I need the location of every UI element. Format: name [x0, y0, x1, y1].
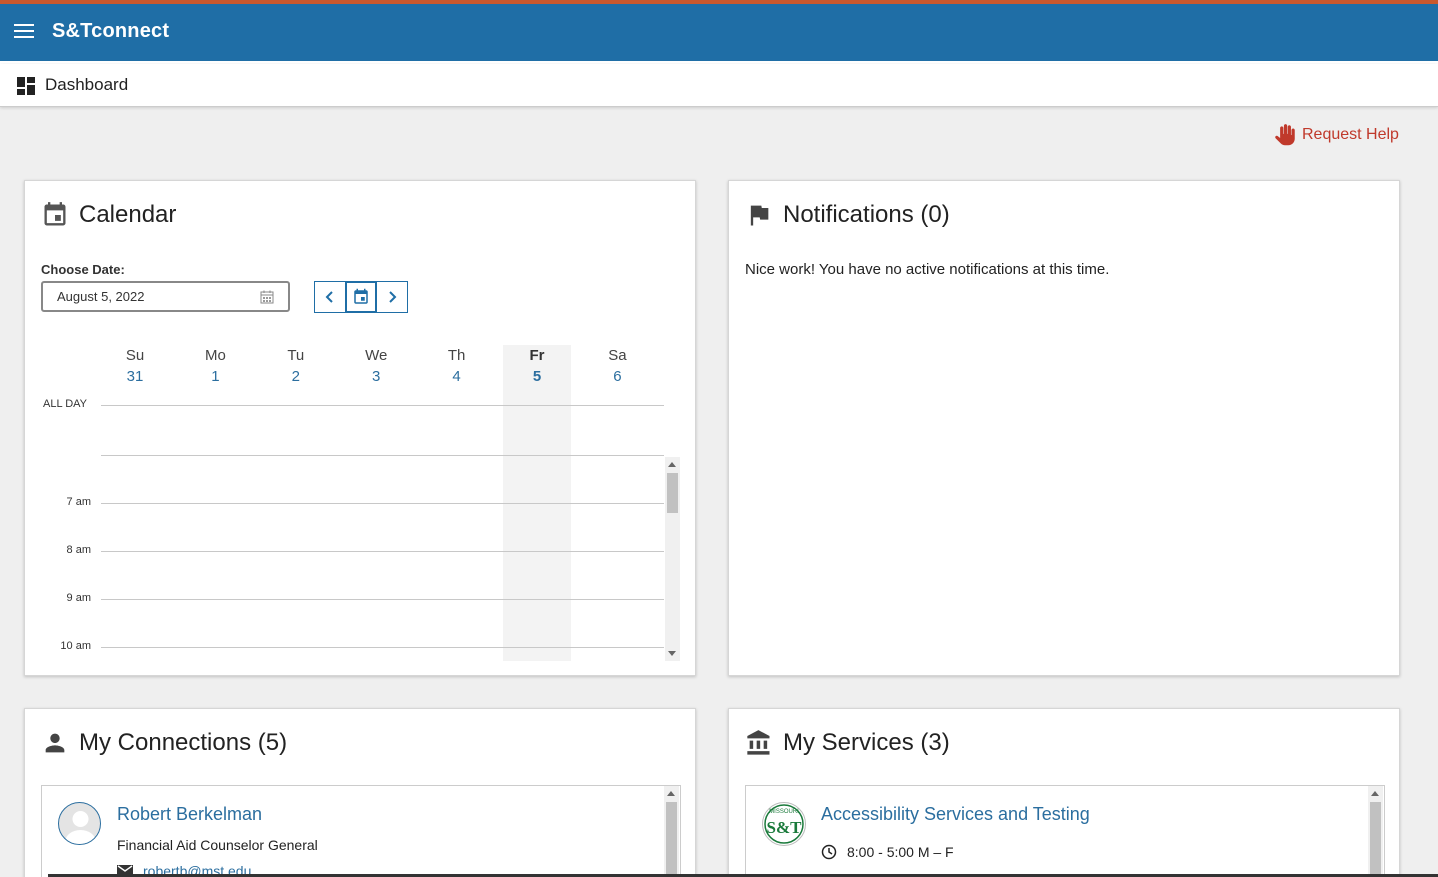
calendar-scrollbar[interactable] — [665, 457, 680, 661]
app-title[interactable]: S&Tconnect — [52, 20, 169, 43]
day-header-sa[interactable]: Sa 6 — [583, 347, 651, 385]
all-day-label: ALL DAY — [43, 398, 88, 410]
hour-line — [101, 599, 664, 600]
calendar-nav-buttons — [314, 281, 408, 313]
hour-label: 10 am — [60, 640, 91, 652]
services-scrollbar[interactable] — [1368, 786, 1383, 877]
day-name: Tu — [287, 347, 305, 364]
day-header-tu[interactable]: Tu 2 — [262, 347, 330, 385]
date-input-value: August 5, 2022 — [57, 289, 145, 304]
scroll-down-arrow[interactable] — [668, 651, 676, 656]
day-date: 31 — [126, 368, 144, 385]
request-help-link[interactable]: Request Help — [1272, 122, 1399, 148]
connection-role: Financial Aid Counselor General — [117, 837, 318, 853]
day-header-fr[interactable]: Fr 5 — [503, 347, 571, 385]
notifications-empty-message: Nice work! You have no active notificati… — [745, 261, 1110, 278]
calendar-card-title: Calendar — [41, 201, 176, 229]
hour-label: 9 am — [66, 592, 91, 604]
notifications-card: Notifications (0) Nice work! You have no… — [728, 180, 1400, 676]
connections-scroll-up-arrow[interactable] — [667, 791, 675, 796]
next-week-button[interactable] — [376, 281, 408, 313]
day-date: 1 — [211, 368, 220, 385]
page-header: Dashboard — [0, 64, 1438, 107]
connections-card: My Connections (5) Robert Berkelman Fina… — [24, 708, 696, 877]
services-card: My Services (3) MISSOURI S&T Accessibili… — [728, 708, 1400, 877]
day-name: Th — [447, 347, 466, 364]
connections-list: Robert Berkelman Financial Aid Counselor… — [41, 785, 681, 877]
day-header-we[interactable]: We 3 — [342, 347, 410, 385]
calendar-today-icon — [354, 288, 368, 304]
hand-icon — [1275, 124, 1295, 146]
missouri-st-logo-icon: MISSOURI S&T — [764, 804, 804, 844]
notifications-card-title: Notifications (0) — [745, 201, 950, 229]
day-name: Mo — [204, 347, 226, 364]
avatar — [58, 802, 101, 845]
all-day-bottom-line — [101, 455, 664, 456]
service-hours-text: 8:00 - 5:00 M – F — [847, 844, 954, 860]
day-date: 6 — [613, 368, 622, 385]
connections-scrollbar[interactable] — [664, 786, 679, 877]
dashboard-icon — [17, 77, 35, 95]
chevron-right-icon — [389, 291, 397, 303]
svg-text:MISSOURI: MISSOURI — [769, 809, 799, 815]
services-title-text: My Services (3) — [783, 729, 950, 756]
page-title: Dashboard — [45, 75, 129, 94]
services-list: MISSOURI S&T Accessibility Services and … — [745, 785, 1385, 877]
top-app-bar: S&Tconnect — [0, 0, 1438, 64]
today-button[interactable] — [345, 281, 377, 313]
scroll-up-arrow[interactable] — [668, 462, 676, 467]
institution-icon — [747, 730, 770, 755]
calendar-title-text: Calendar — [79, 201, 177, 228]
day-date: 3 — [372, 368, 381, 385]
day-date: 4 — [452, 368, 461, 385]
services-card-title: My Services (3) — [745, 729, 950, 757]
service-name-link[interactable]: Accessibility Services and Testing — [821, 804, 1090, 825]
hour-line — [101, 647, 664, 648]
day-name: We — [365, 347, 388, 364]
services-scroll-thumb[interactable] — [1370, 802, 1381, 877]
connections-scroll-thumb[interactable] — [666, 802, 677, 877]
menu-icon[interactable] — [14, 24, 34, 40]
calendar-card: Calendar Choose Date: August 5, 2022 Su 3… — [24, 180, 696, 676]
svg-text:S&T: S&T — [767, 818, 803, 837]
calendar-icon — [44, 202, 66, 226]
services-scroll-up-arrow[interactable] — [1371, 791, 1379, 796]
day-name: Fr — [529, 347, 545, 364]
date-picker-icon[interactable] — [260, 290, 274, 304]
day-date: 2 — [291, 368, 300, 385]
day-name: Sa — [608, 347, 627, 364]
day-date: 5 — [532, 368, 542, 385]
service-logo: MISSOURI S&T — [762, 802, 806, 846]
service-hours: 8:00 - 5:00 M – F — [821, 844, 954, 860]
day-name: Su — [125, 347, 145, 364]
request-help-label: Request Help — [1302, 126, 1399, 143]
hour-line — [101, 551, 664, 552]
all-day-top-line — [101, 405, 664, 406]
connections-card-title: My Connections (5) — [41, 729, 287, 757]
flag-icon — [750, 205, 769, 226]
hour-label: 8 am — [66, 544, 91, 556]
day-header-th[interactable]: Th 4 — [423, 347, 491, 385]
chevron-left-icon — [325, 291, 333, 303]
clock-icon — [821, 844, 837, 860]
default-avatar-icon — [65, 811, 96, 844]
day-header-su[interactable]: Su 31 — [101, 347, 169, 385]
hour-label: 7 am — [66, 496, 91, 508]
person-icon — [45, 733, 65, 753]
notifications-title-text: Notifications (0) — [783, 201, 950, 228]
connection-name-link[interactable]: Robert Berkelman — [117, 804, 262, 825]
date-input[interactable]: August 5, 2022 — [41, 281, 290, 312]
previous-week-button[interactable] — [314, 281, 346, 313]
hour-line — [101, 503, 664, 504]
connections-title-text: My Connections (5) — [79, 729, 288, 756]
choose-date-label: Choose Date: — [41, 262, 125, 277]
day-header-mo[interactable]: Mo 1 — [181, 347, 249, 385]
calendar-scroll-thumb[interactable] — [667, 473, 678, 513]
